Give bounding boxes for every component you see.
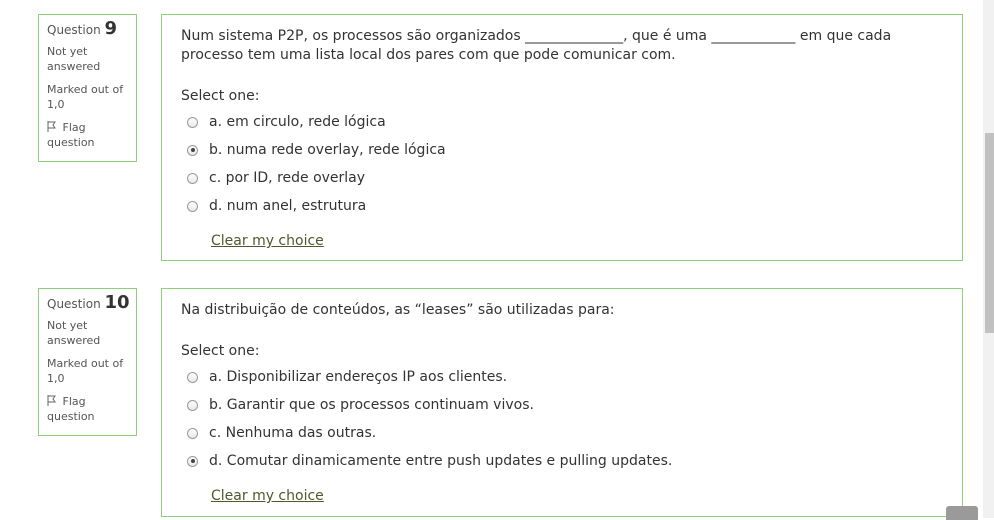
answer-option[interactable]: c. Nenhuma das outras.: [181, 419, 943, 447]
radio-button[interactable]: [187, 455, 198, 467]
question-state: Not yet answered: [47, 45, 101, 73]
question-text: Num sistema P2P, os processos são organi…: [181, 28, 892, 63]
answer-label: b. numa rede overlay, rede lógica: [209, 141, 446, 158]
question-grade: Marked out of 1,0: [47, 83, 124, 111]
flag-question-link[interactable]: Flag question: [47, 394, 136, 424]
answer-option[interactable]: c. por ID, rede overlay: [181, 164, 943, 192]
answer-list: a. Disponibilizar endereços IP aos clien…: [181, 363, 943, 475]
question-number: Question 9: [47, 18, 118, 39]
question-state: Not yet answered: [47, 319, 101, 347]
answer-label: a. Disponibilizar endereços IP aos clien…: [209, 368, 508, 385]
scrollbar-thumb[interactable]: [985, 133, 994, 333]
answer-option[interactable]: b. numa rede overlay, rede lógica: [181, 136, 943, 164]
question-info: Question 9 Not yet answered Marked out o…: [38, 14, 137, 162]
clear-choice-link[interactable]: Clear my choice: [211, 487, 324, 506]
radio-button[interactable]: [187, 144, 198, 156]
flag-icon: [47, 395, 56, 406]
radio-button[interactable]: [187, 200, 198, 212]
answer-list: a. em circulo, rede lógica b. numa rede …: [181, 108, 943, 220]
answer-label: d. Comutar dinamicamente entre push upda…: [209, 452, 673, 469]
answer-label: c. Nenhuma das outras.: [209, 424, 377, 441]
question-grade: Marked out of 1,0: [47, 357, 124, 385]
radio-button[interactable]: [187, 116, 198, 128]
question-text: Na distribuição de conteúdos, as “leases…: [181, 302, 615, 318]
radio-button[interactable]: [187, 427, 198, 439]
page-scrollbar[interactable]: [983, 0, 994, 518]
radio-button[interactable]: [187, 371, 198, 383]
answer-label: d. num anel, estrutura: [209, 197, 367, 214]
answer-option[interactable]: d. num anel, estrutura: [181, 192, 943, 220]
flag-question-link[interactable]: Flag question: [47, 120, 136, 150]
answer-option[interactable]: d. Comutar dinamicamente entre push upda…: [181, 447, 943, 475]
answer-option[interactable]: b. Garantir que os processos continuam v…: [181, 391, 943, 419]
answer-option[interactable]: a. em circulo, rede lógica: [181, 108, 943, 136]
answer-label: a. em circulo, rede lógica: [209, 113, 386, 130]
question-info: Question 10 Not yet answered Marked out …: [38, 288, 137, 436]
answer-label: c. por ID, rede overlay: [209, 169, 366, 186]
answer-label: b. Garantir que os processos continuam v…: [209, 396, 534, 413]
question-number: Question 10: [47, 292, 130, 313]
question-content: Na distribuição de conteúdos, as “leases…: [161, 288, 963, 517]
radio-button[interactable]: [187, 172, 198, 184]
answer-option[interactable]: a. Disponibilizar endereços IP aos clien…: [181, 363, 943, 391]
clear-choice-link[interactable]: Clear my choice: [211, 232, 324, 251]
radio-button[interactable]: [187, 399, 198, 411]
select-one-prompt: Select one:: [181, 343, 260, 359]
select-one-prompt: Select one:: [181, 88, 260, 104]
flag-icon: [47, 121, 56, 132]
question-content: Num sistema P2P, os processos são organi…: [161, 14, 963, 261]
